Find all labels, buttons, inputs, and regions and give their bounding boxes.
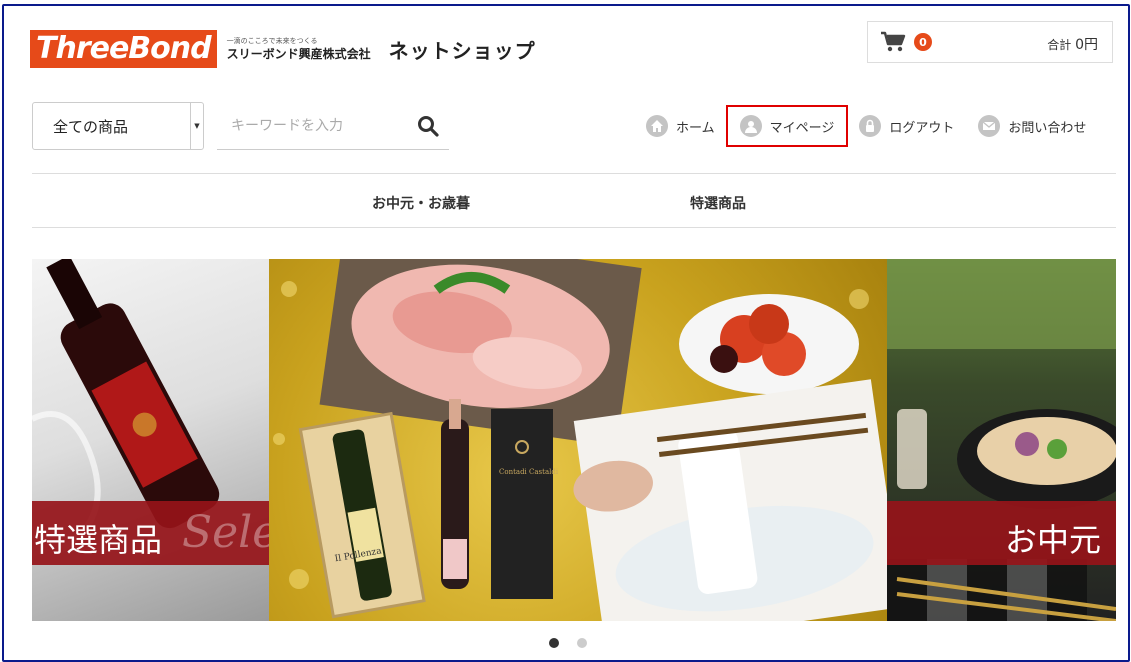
slide-gift-collage[interactable]: Contadi Castaldi Il Pollenza [269, 259, 887, 621]
cart-total-label: 合計 [1047, 38, 1072, 52]
nav-contact-link[interactable]: お問い合わせ [978, 115, 1086, 137]
nav-mypage-link[interactable]: マイページ [725, 105, 849, 147]
select-arrow-icon: ▼ [190, 103, 203, 149]
nav-home-link[interactable]: ホーム [646, 115, 715, 137]
lock-icon [859, 115, 882, 137]
carousel-dots [549, 638, 587, 648]
search-input[interactable] [217, 116, 413, 135]
header-nav: ホーム マイページ ログアウト お問い合わせ [646, 105, 1086, 147]
ochugen-food-image [887, 259, 1116, 621]
company-tagline: 一滴のこころで未来をつくる [226, 36, 318, 45]
user-icon [739, 115, 762, 137]
category-nav-ochugen-oseibo[interactable]: お中元・お歳暮 [372, 193, 470, 213]
search-icon[interactable] [417, 115, 439, 137]
cart-total-value: 0円 [1075, 37, 1098, 53]
box-label-text: Contadi Castaldi [499, 468, 559, 476]
threebond-logo[interactable]: ThreeBond [30, 30, 217, 68]
nav-logout-label: ログアウト [889, 120, 955, 136]
mail-icon [978, 115, 1001, 137]
nav-mypage-label: マイページ [769, 120, 835, 136]
brand-header: ThreeBond 一滴のこころで未来をつくる スリーボンド興産株式会社 ネット… [30, 30, 536, 68]
nav-contact-label: お問い合わせ [1008, 120, 1087, 136]
cart-summary[interactable]: 0 合計 0円 [867, 21, 1113, 63]
slide-ochugen[interactable]: お中元 [887, 259, 1116, 621]
category-nav-featured[interactable]: 特選商品 [690, 193, 746, 213]
cart-total: 合計 0円 [1047, 34, 1098, 54]
cart-count-badge: 0 [914, 33, 932, 51]
nav-logout-link[interactable]: ログアウト [859, 115, 954, 137]
divider-bottom [32, 227, 1116, 228]
slide-featured-title: 特選商品 [34, 521, 163, 559]
search-bar [217, 102, 449, 150]
carousel-dot-1[interactable] [549, 638, 559, 648]
page-frame: ThreeBond 一滴のこころで未来をつくる スリーボンド興産株式会社 ネット… [2, 4, 1130, 662]
slide-featured-products[interactable]: 特選商品 Selec [32, 259, 269, 621]
wine-bottle-image [32, 259, 220, 552]
company-block: 一滴のこころで未来をつくる スリーボンド興産株式会社 [227, 37, 371, 62]
gift-collage-image: Contadi Castaldi Il Pollenza [273, 259, 887, 621]
banner-carousel[interactable]: 特選商品 Selec [32, 259, 1116, 621]
company-name: スリーボンド興産株式会社 [226, 46, 371, 61]
shop-name: ネットショップ [388, 38, 536, 63]
divider-top [32, 173, 1116, 174]
slide-ochugen-title: お中元 [1005, 521, 1102, 559]
slide-featured-script: Selec [182, 507, 269, 558]
nav-home-label: ホーム [676, 120, 715, 136]
category-selected-value: 全ての商品 [53, 117, 129, 136]
home-icon [646, 115, 668, 137]
cart-icon [880, 31, 906, 53]
category-select[interactable]: 全ての商品 ▼ [32, 102, 204, 150]
carousel-dot-2[interactable] [577, 638, 587, 648]
